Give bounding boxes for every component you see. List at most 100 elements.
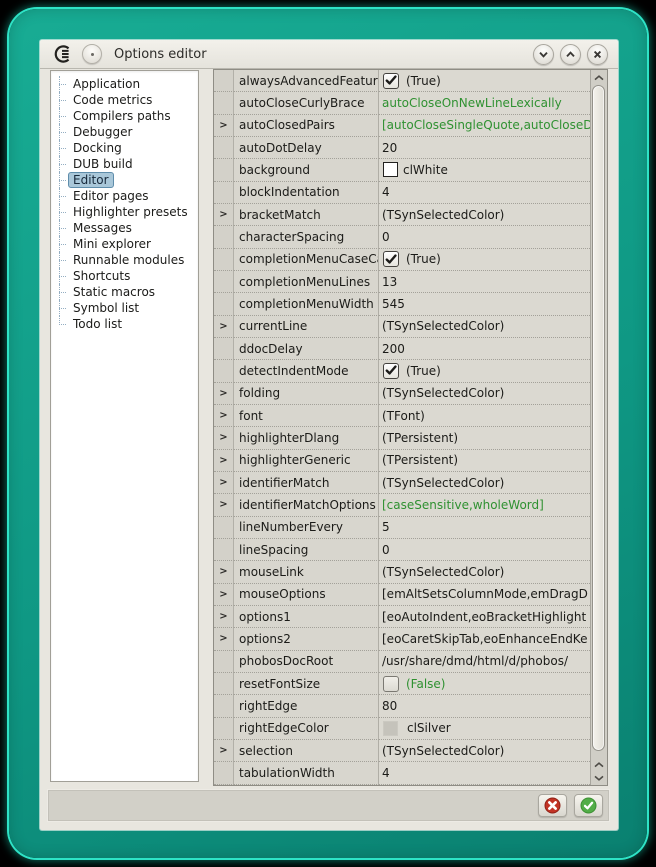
sidebar-item-todo-list[interactable]: Todo list	[57, 316, 198, 332]
expand-arrow-icon[interactable]: >	[219, 633, 227, 644]
sidebar-item-messages[interactable]: Messages	[57, 220, 198, 236]
property-name[interactable]: highlighterGeneric	[234, 450, 379, 472]
property-row[interactable]: > rightEdgeColor clSilver	[214, 718, 590, 740]
property-value[interactable]: (True)	[379, 360, 590, 382]
property-row[interactable]: > blockIndentation 4	[214, 182, 590, 204]
property-row[interactable]: > autoDotDelay 20	[214, 137, 590, 159]
expand-arrow-icon[interactable]: >	[219, 477, 227, 488]
titlebar[interactable]: Options editor	[40, 40, 618, 69]
sidebar-item-docking[interactable]: Docking	[57, 140, 198, 156]
property-row[interactable]: > completionMenuCaseCare (True)	[214, 249, 590, 271]
property-row[interactable]: > resetFontSize (False)	[214, 673, 590, 695]
property-name[interactable]: highlighterDlang	[234, 427, 379, 449]
property-row[interactable]: > lineSpacing 0	[214, 539, 590, 561]
property-value[interactable]: (TSynSelectedColor)	[379, 472, 590, 494]
property-name[interactable]: alwaysAdvancedFeatures	[234, 70, 379, 92]
row-gutter[interactable]: >	[214, 182, 234, 204]
property-name[interactable]: options1	[234, 606, 379, 628]
property-value[interactable]: 4	[379, 762, 590, 784]
row-gutter[interactable]: >	[214, 338, 234, 360]
property-name[interactable]: completionMenuCaseCare	[234, 249, 379, 271]
row-gutter[interactable]: >	[214, 316, 234, 338]
property-row[interactable]: > options2 [eoCaretSkipTab,eoEnhanceEndK…	[214, 628, 590, 650]
property-value[interactable]: [emAltSetsColumnMode,emDragD	[379, 584, 590, 606]
property-row[interactable]: > phobosDocRoot /usr/share/dmd/html/d/ph…	[214, 651, 590, 673]
property-row[interactable]: > highlighterDlang (TPersistent)	[214, 427, 590, 449]
color-swatch[interactable]	[383, 721, 398, 736]
property-name[interactable]: options2	[234, 628, 379, 650]
property-value[interactable]: (TPersistent)	[379, 450, 590, 472]
property-value[interactable]: 4	[379, 182, 590, 204]
property-row[interactable]: > rightEdge 80	[214, 695, 590, 717]
expand-arrow-icon[interactable]: >	[219, 388, 227, 399]
accept-button[interactable]	[574, 794, 603, 817]
row-gutter[interactable]: >	[214, 70, 234, 92]
property-name[interactable]: lineSpacing	[234, 539, 379, 561]
property-name[interactable]: rightEdgeColor	[234, 718, 379, 740]
row-gutter[interactable]: >	[214, 561, 234, 583]
property-value[interactable]: 20	[379, 137, 590, 159]
property-row[interactable]: > autoClosedPairs [autoCloseSingleQuote,…	[214, 115, 590, 137]
row-gutter[interactable]: >	[214, 405, 234, 427]
property-name[interactable]: autoClosedPairs	[234, 115, 379, 137]
property-name[interactable]: completionMenuLines	[234, 271, 379, 293]
sidebar-item-static-macros[interactable]: Static macros	[57, 284, 198, 300]
expand-arrow-icon[interactable]: >	[219, 611, 227, 622]
property-value[interactable]: 5	[379, 517, 590, 539]
sidebar-item-code-metrics[interactable]: Code metrics	[57, 92, 198, 108]
property-value[interactable]: clSilver	[379, 718, 590, 740]
expand-arrow-icon[interactable]: >	[219, 321, 227, 332]
expand-arrow-icon[interactable]: >	[219, 432, 227, 443]
scroll-down-icon[interactable]	[591, 771, 607, 784]
row-gutter[interactable]: >	[214, 249, 234, 271]
property-row[interactable]: > autoCloseCurlyBrace autoCloseOnNewLine…	[214, 92, 590, 114]
property-value[interactable]: 545	[379, 293, 590, 315]
property-value[interactable]: [eoAutoIndent,eoBracketHighlight	[379, 606, 590, 628]
checkbox[interactable]	[383, 363, 399, 379]
expand-arrow-icon[interactable]: >	[219, 209, 227, 220]
property-name[interactable]: resetFontSize	[234, 673, 379, 695]
property-name[interactable]: detectIndentMode	[234, 360, 379, 382]
property-row[interactable]: > currentLine (TSynSelectedColor)	[214, 316, 590, 338]
close-button[interactable]	[587, 44, 608, 65]
property-value[interactable]: (TSynSelectedColor)	[379, 204, 590, 226]
row-gutter[interactable]: >	[214, 450, 234, 472]
property-row[interactable]: > detectIndentMode (True)	[214, 360, 590, 382]
row-gutter[interactable]: >	[214, 695, 234, 717]
property-value[interactable]: [autoCloseSingleQuote,autoCloseD	[379, 115, 590, 137]
property-value[interactable]: 13	[379, 271, 590, 293]
property-value[interactable]: (True)	[379, 249, 590, 271]
sidebar-item-editor-pages[interactable]: Editor pages	[57, 188, 198, 204]
row-gutter[interactable]: >	[214, 718, 234, 740]
row-gutter[interactable]: >	[214, 383, 234, 405]
property-row[interactable]: > alwaysAdvancedFeatures (True)	[214, 70, 590, 92]
scroll-up-bottom-icon[interactable]	[591, 758, 607, 771]
row-gutter[interactable]: >	[214, 204, 234, 226]
expand-arrow-icon[interactable]: >	[219, 410, 227, 421]
checkbox[interactable]	[383, 676, 399, 692]
cancel-button[interactable]	[538, 794, 567, 817]
property-value[interactable]: /usr/share/dmd/html/d/phobos/	[379, 651, 590, 673]
sidebar-item-shortcuts[interactable]: Shortcuts	[57, 268, 198, 284]
property-row[interactable]: > mouseLink (TSynSelectedColor)	[214, 561, 590, 583]
expand-arrow-icon[interactable]: >	[219, 499, 227, 510]
property-row[interactable]: > font (TFont)	[214, 405, 590, 427]
property-name[interactable]: bracketMatch	[234, 204, 379, 226]
row-gutter[interactable]: >	[214, 226, 234, 248]
property-row[interactable]: > completionMenuWidth 545	[214, 293, 590, 315]
property-name[interactable]: autoDotDelay	[234, 137, 379, 159]
property-name[interactable]: rightEdge	[234, 695, 379, 717]
window-menu-button[interactable]	[82, 44, 102, 64]
property-name[interactable]: lineNumberEvery	[234, 517, 379, 539]
expand-arrow-icon[interactable]: >	[219, 455, 227, 466]
property-value[interactable]: [eoCaretSkipTab,eoEnhanceEndKe	[379, 628, 590, 650]
row-gutter[interactable]: >	[214, 584, 234, 606]
expand-arrow-icon[interactable]: >	[219, 589, 227, 600]
row-gutter[interactable]: >	[214, 92, 234, 114]
sidebar-item-debugger[interactable]: Debugger	[57, 124, 198, 140]
property-name[interactable]: autoCloseCurlyBrace	[234, 92, 379, 114]
property-value[interactable]: (TSynSelectedColor)	[379, 740, 590, 762]
property-value[interactable]: autoCloseOnNewLineLexically	[379, 92, 590, 114]
row-gutter[interactable]: >	[214, 606, 234, 628]
expand-arrow-icon[interactable]: >	[219, 745, 227, 756]
